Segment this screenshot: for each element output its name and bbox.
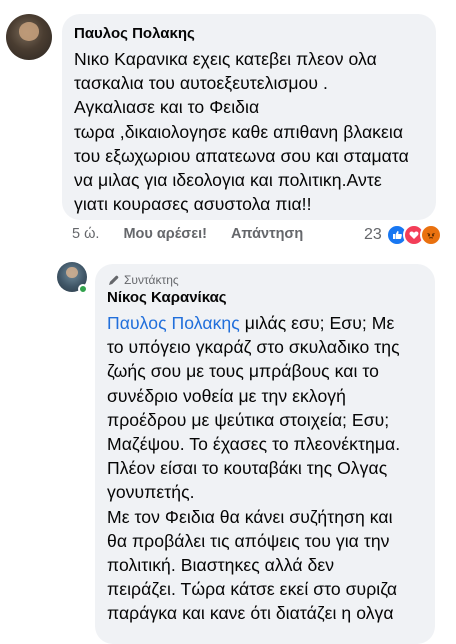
author-badge-label: Συντάκτης bbox=[124, 273, 179, 287]
reply-line: συνέδριο νοθεία με την εκλογή bbox=[107, 385, 346, 406]
online-status-indicator bbox=[78, 284, 88, 294]
comment-line: Αγκαλιασε και το Φειδια bbox=[74, 97, 260, 118]
author-badge: Συντάκτης bbox=[107, 272, 423, 288]
reply-line: γονυπετής. bbox=[107, 482, 195, 503]
reply-line-rest: μιλάς εσυ; Εσυ; Με bbox=[239, 313, 395, 333]
comment-line: γιατι κουρασες ασυστολα πια!! bbox=[74, 194, 312, 215]
reply-line: πειράζει. Τώρα κάτσε εκεί στο συριζα bbox=[107, 579, 398, 600]
reply-text: Παυλος Πολακης μιλάς εσυ; Εσυ; Με το υπό… bbox=[107, 311, 423, 626]
reaction-icons bbox=[385, 224, 442, 246]
commenter-avatar[interactable] bbox=[6, 14, 52, 60]
comment-author[interactable]: Παυλος Πολακης bbox=[74, 24, 424, 44]
reaction-summary[interactable]: 23 bbox=[364, 224, 442, 246]
comment-actions: 5 ώ. Μου αρέσει! Απάντηση bbox=[72, 226, 303, 242]
reply-line: Παυλος Πολακης μιλάς εσυ; Εσυ; Με bbox=[107, 311, 423, 335]
mention-link[interactable]: Παυλος Πολακης bbox=[107, 313, 240, 333]
reply-line: Πλέον είσαι το κουταβάκι της Ολγας bbox=[107, 458, 388, 479]
comment-timestamp[interactable]: 5 ώ. bbox=[72, 226, 99, 242]
reply-line: Μαζέψου. Το έχασες το πλεονέκτημα. bbox=[107, 434, 401, 455]
comment-line: τωρα ,δικαιολογησε καθε απιθανη βλακεια bbox=[74, 121, 404, 142]
comment-bubble: Παυλος Πολακης Νικο Καρανικα εχεις κατεβ… bbox=[62, 14, 436, 220]
like-button[interactable]: Μου αρέσει! bbox=[123, 226, 207, 242]
angry-icon bbox=[419, 224, 442, 246]
reply-line: Με τον Φειδια θα κάνει συζήτηση και bbox=[107, 506, 393, 527]
reply-author[interactable]: Νίκος Καρανίκας bbox=[107, 288, 423, 308]
reply-button[interactable]: Απάντηση bbox=[231, 226, 303, 242]
reply-bubble: Συντάκτης Νίκος Καρανίκας Παυλος Πολακης… bbox=[95, 264, 435, 644]
reply-line: το υπόγειο γκαράζ στο σκυλαδικο της bbox=[107, 337, 400, 358]
reaction-count: 23 bbox=[364, 226, 382, 243]
comment-line: του εξωχωριου απατεωνα σου και σταματα bbox=[74, 145, 409, 166]
comment-line: Νικο Καρανικα εχεις κατεβει πλεον ολα bbox=[74, 49, 377, 69]
comment-line: τασκαλια του αυτοεξευτελισμου . bbox=[74, 73, 328, 94]
comment-line: να μιλας για ιδεολογια και πολιτικη.Αντε bbox=[74, 170, 382, 191]
reply-line: παράγκα και κανε ότι διατάζει η ολγα bbox=[107, 603, 394, 624]
reply-line: προέδρου με ψεύτικα στοιχεία; Εσυ; bbox=[107, 409, 390, 430]
reply-line: ζωής σου με τους μπράβους και το bbox=[107, 361, 379, 382]
comment-text: Νικο Καρανικα εχεις κατεβει πλεον ολα τα… bbox=[74, 47, 424, 216]
pen-icon bbox=[107, 274, 120, 287]
reply-line: πολιτική. Βιαστηκες αλλά δεν bbox=[107, 555, 335, 576]
reply-line: θα προβάλει τις απόψεις του για την bbox=[107, 530, 390, 551]
